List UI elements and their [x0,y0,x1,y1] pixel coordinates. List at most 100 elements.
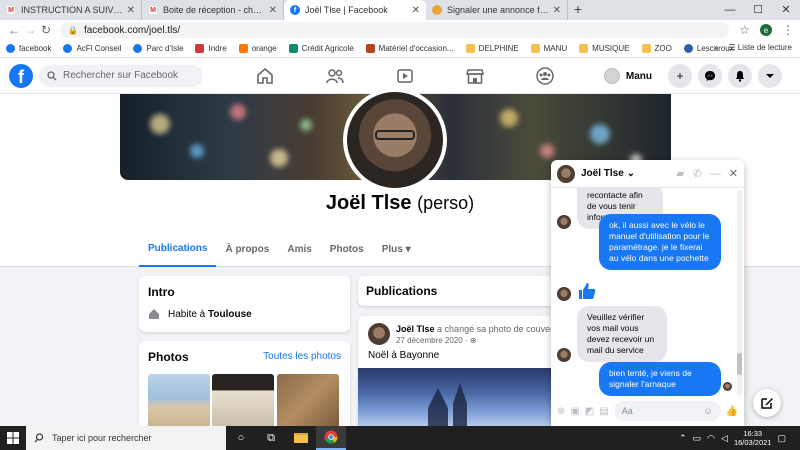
post-author[interactable]: Joël Tlse [396,324,435,334]
watch-icon [397,69,413,83]
lives-city[interactable]: Toulouse [208,309,252,320]
tab-photos[interactable]: Photos [321,231,373,267]
photo-thumbnail[interactable] [277,374,339,428]
chevron-down-icon: ⌄ [626,168,635,179]
bookmark-facebook[interactable]: facebook [6,44,51,53]
chat-header[interactable]: Joël Tlse ⌄ ▰ ✆ — ✕ [551,160,744,188]
chrome-icon[interactable] [316,426,346,450]
clock[interactable]: 16:33 16/03/2021 [734,429,772,447]
tab-amis[interactable]: Amis [278,231,320,267]
bookmark-star-icon[interactable]: ☆ [739,23,750,37]
tab-plus[interactable]: Plus ▾ [373,231,420,267]
bookmark-credit-agricole[interactable]: Crédit Agricole [288,44,354,53]
chat-scrollbar[interactable] [737,190,742,395]
chevron-up-icon[interactable]: ⌃ [679,433,687,444]
bookmark-folder-musique[interactable]: MUSIQUE [579,44,630,53]
site-icon [288,44,298,53]
notification-center-icon[interactable]: ▢ [777,433,786,444]
plus-circle-icon[interactable]: ⊕ [557,406,565,417]
chat-contact-name[interactable]: Joël Tlse ⌄ [581,168,668,179]
nav-friends[interactable] [300,58,370,94]
thumbs-up-icon[interactable]: 👍 [726,406,738,417]
avatar[interactable] [368,323,390,345]
messenger-button[interactable] [698,64,722,88]
chrome-logo [324,430,338,444]
url-text: facebook.com/joel.tls/ [83,24,181,36]
profile-avatar[interactable]: e [760,24,772,36]
close-tab-icon[interactable]: ✕ [553,5,561,16]
message-incoming: Veuillez vérifier vos mail vous devez re… [557,306,667,362]
bookmark-orange[interactable]: orange [238,44,277,53]
user-name: Manu [625,70,652,82]
volume-icon[interactable]: ◁ [721,433,728,444]
more-bookmarks-icon[interactable]: » [714,43,718,52]
browser-tab-signaler[interactable]: Signaler une annonce frauduleuse ✕ [426,0,568,20]
url-field[interactable]: 🔒 facebook.com/joel.tls/ [60,22,730,38]
photo-thumbnail[interactable] [212,374,274,428]
bookmark-folder-manu[interactable]: MANU [530,44,567,53]
caret-down-icon: ▾ [405,243,411,255]
video-call-icon[interactable]: ▰ [676,167,684,180]
close-window-icon[interactable]: ✕ [772,0,800,20]
chat-message-input[interactable]: Aa ☺ [613,401,721,421]
photo-icon[interactable]: ▣ [570,406,579,417]
facebook-logo[interactable]: f [9,63,33,88]
post-image[interactable] [358,368,558,431]
reload-icon[interactable]: ↻ [38,23,54,37]
close-chat-icon[interactable]: ✕ [729,167,738,180]
tab-a-propos[interactable]: À propos [216,231,278,267]
message-outgoing: ok, il aussi avec le vélo le manuel d'ut… [599,214,721,270]
tab-publications[interactable]: Publications [139,231,217,267]
avatar [557,287,571,301]
file-explorer-icon[interactable] [286,426,316,450]
minimize-icon[interactable]: — [716,0,744,20]
bookmark-indre[interactable]: Indre [195,44,227,53]
emoji-icon[interactable]: ☺ [703,406,712,416]
bookmark-parc[interactable]: Parc d'Isle [133,44,183,53]
new-tab-button[interactable]: + [568,0,588,20]
profile-picture[interactable] [343,88,447,192]
maximize-icon[interactable]: ☐ [744,0,772,20]
web-icon [432,5,442,15]
menu-kebab-icon[interactable]: ⋮ [782,23,794,37]
reading-list-button[interactable]: ☰ Liste de lecture [728,43,792,52]
nav-marketplace[interactable] [440,58,510,94]
browser-tab-gmail-instruction[interactable]: M INSTRUCTION A SUIVRE - chatel... ✕ [0,0,142,20]
close-tab-icon[interactable]: ✕ [127,5,135,16]
clock-time: 16:33 [743,429,763,438]
profile-tabs: Publications À propos Amis Photos Plus ▾ [139,231,420,267]
network-icon[interactable]: ▭ [693,433,702,444]
cortana-icon[interactable]: ○ [226,426,256,450]
sticker-icon[interactable]: ◩ [585,406,594,417]
nav-home[interactable] [230,58,300,94]
forward-icon[interactable]: → [22,23,38,37]
see-all-photos-link[interactable]: Toutes les photos [263,351,341,362]
close-tab-icon[interactable]: ✕ [412,5,420,16]
bookmark-acfl[interactable]: AcFl Conseil [63,44,121,53]
back-icon[interactable]: ← [6,23,22,37]
account-menu-button[interactable] [758,64,782,88]
taskbar-search-input[interactable]: Taper ici pour rechercher [26,426,226,450]
notifications-button[interactable] [728,64,752,88]
bookmark-materiel[interactable]: Matériel d'occasion... [365,44,454,53]
user-profile-link[interactable]: Manu [602,64,658,88]
close-tab-icon[interactable]: ✕ [269,5,277,16]
facebook-icon [63,44,73,53]
nav-groups[interactable] [510,58,580,94]
start-button[interactable] [0,426,26,450]
search-placeholder: Rechercher sur Facebook [63,70,179,81]
photo-thumbnail[interactable] [148,374,210,428]
new-message-button[interactable] [753,389,781,417]
task-view-icon[interactable]: ⧉ [256,426,286,450]
bookmark-folder-zoo[interactable]: ZOO [641,44,672,53]
wifi-icon[interactable]: ◠ [707,433,715,444]
browser-tab-facebook[interactable]: f Joël Tlse | Facebook ✕ [284,0,426,20]
post-date[interactable]: 27 décembre 2020 · ⊕ [396,336,558,345]
gif-icon[interactable]: ▤ [599,406,608,417]
phone-icon[interactable]: ✆ [693,167,702,180]
browser-tab-gmail-inbox[interactable]: M Boite de réception - chatel.alexis... … [142,0,284,20]
minimize-chat-icon[interactable]: — [710,168,721,180]
create-button[interactable]: + [668,64,692,88]
facebook-search-input[interactable]: Rechercher sur Facebook [39,64,203,87]
bookmark-folder-delphine[interactable]: DELPHINE [465,44,519,53]
